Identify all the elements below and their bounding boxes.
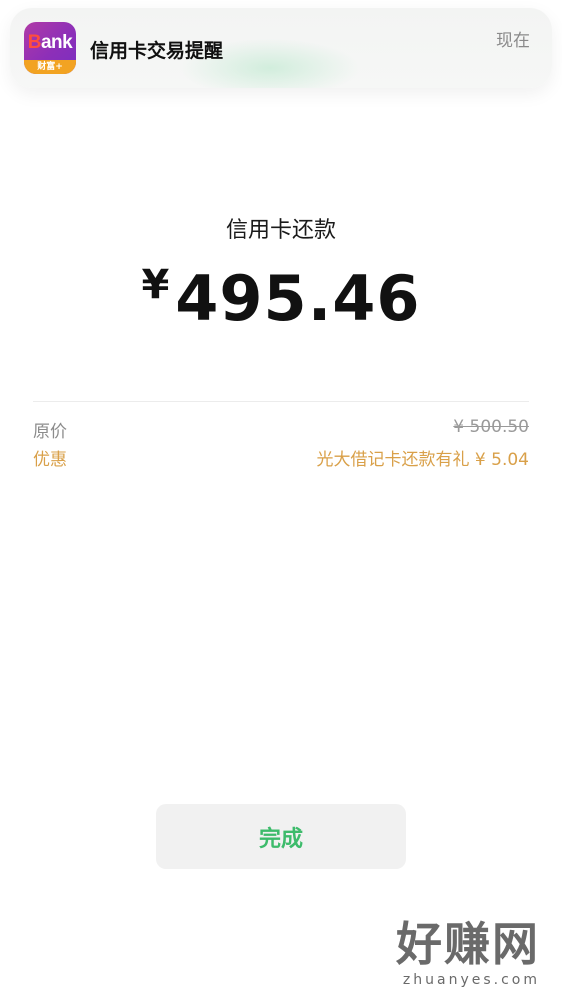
notification-title: 信用卡交易提醒 [90,40,224,62]
original-price-row: 原价 ¥ 500.50 [33,417,529,442]
discount-row: 优惠 光大借记卡还款有礼 ¥ 5.04 [33,445,529,470]
discount-label: 优惠 [33,450,67,470]
watermark-url: zhuanyes.com [402,972,540,988]
notification-banner[interactable]: Bank 财富+ 信用卡交易提醒 现在 [10,8,552,88]
original-price-label: 原价 [33,422,67,442]
payment-result-page: Bank 财富+ 信用卡交易提醒 现在 信用卡还款 ¥495.46 原价 ¥ 5… [0,0,562,1000]
transaction-amount: ¥495.46 [0,262,562,335]
notification-time: 现在 [496,31,530,51]
original-price-value: ¥ 500.50 [453,417,529,437]
app-icon-wordmark: Bank [27,32,73,53]
watermark-text: 好赚网 [396,917,540,971]
transaction-title: 信用卡还款 [225,218,336,243]
amount-value: 495.46 [175,262,421,335]
currency-symbol: ¥ [141,262,170,308]
divider [33,401,529,402]
done-button[interactable]: 完成 [156,804,406,869]
app-icon-badge: 财富+ [24,60,76,74]
discount-value: 光大借记卡还款有礼 ¥ 5.04 [316,450,529,470]
watermark: 好赚网 zhuanyes.com [350,908,540,988]
bank-app-icon: Bank 财富+ [24,22,76,74]
